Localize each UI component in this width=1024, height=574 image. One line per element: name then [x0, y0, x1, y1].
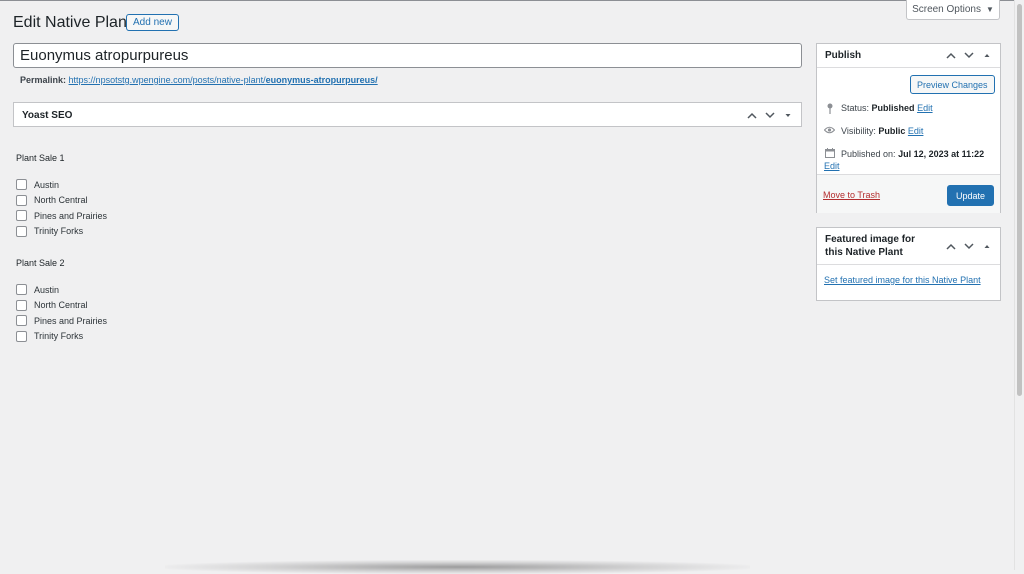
option-label: Pines and Prairies — [34, 315, 108, 326]
collapse-panel-icon[interactable] — [982, 52, 992, 59]
permalink-slug: euonymus-atropurpureus/ — [265, 75, 378, 85]
visibility-row: Visibility: Public Edit — [824, 126, 923, 136]
move-down-icon[interactable] — [765, 112, 775, 119]
plant-sale-2-option[interactable]: Pines and Prairies — [16, 313, 107, 329]
move-down-icon[interactable] — [964, 52, 974, 59]
permalink: Permalink: https://npsotstg.wpengine.com… — [20, 75, 378, 85]
checkbox[interactable] — [16, 315, 27, 327]
option-label: Trinity Forks — [34, 331, 84, 342]
option-label: North Central — [34, 195, 88, 206]
toggle-panel-icon[interactable] — [783, 112, 793, 119]
publish-header[interactable]: Publish — [817, 44, 1000, 68]
plant-sale-2-option[interactable]: Trinity Forks — [16, 329, 107, 345]
permalink-base: https://npsotstg.wpengine.com/posts/nati… — [68, 75, 266, 85]
status-value: Published — [871, 103, 915, 113]
option-label: Trinity Forks — [34, 226, 84, 237]
publish-box: Publish Preview Changes Status: Publishe… — [816, 43, 1001, 213]
featured-handle-actions — [946, 242, 992, 250]
plant-sale-1-group: Plant Sale 1 Austin North Central Pines … — [16, 153, 107, 239]
checkbox[interactable] — [16, 284, 27, 296]
post-title-input[interactable] — [13, 43, 802, 68]
checkbox[interactable] — [16, 225, 27, 237]
move-up-icon[interactable] — [946, 243, 956, 250]
status-label: Status: — [841, 103, 870, 113]
checkbox[interactable] — [16, 330, 27, 342]
move-up-icon[interactable] — [946, 52, 956, 59]
published-on-label: Published on: — [841, 149, 896, 159]
publish-handle-actions — [946, 52, 992, 59]
permalink-label: Permalink: — [20, 75, 67, 85]
caret-down-icon: ▼ — [986, 5, 994, 14]
checkbox[interactable] — [16, 179, 27, 191]
edit-date-link[interactable]: Edit — [824, 161, 840, 171]
edit-status-link[interactable]: Edit — [917, 103, 933, 113]
plant-sale-2-option[interactable]: Austin — [16, 282, 107, 298]
plant-sale-2-group: Plant Sale 2 Austin North Central Pines … — [16, 258, 107, 344]
plant-sale-1-option[interactable]: Pines and Prairies — [16, 208, 107, 224]
published-on-value: Jul 12, 2023 at 11:22 — [898, 149, 985, 159]
set-featured-image-link[interactable]: Set featured image for this Native Plant — [824, 275, 981, 285]
collapse-panel-icon[interactable] — [982, 243, 992, 250]
visibility-value: Public — [878, 126, 906, 136]
checkbox[interactable] — [16, 210, 27, 222]
scrollbar-thumb[interactable] — [1017, 4, 1022, 396]
bottom-shadow — [165, 560, 750, 574]
plant-sale-1-title: Plant Sale 1 — [16, 153, 65, 163]
add-new-button[interactable]: Add new — [126, 14, 179, 31]
option-label: Austin — [34, 284, 60, 295]
plant-sale-1-option[interactable]: Austin — [16, 177, 107, 193]
edit-visibility-link[interactable]: Edit — [908, 126, 924, 136]
post-status-row: Status: Published Edit — [824, 103, 933, 114]
plant-sale-2-title: Plant Sale 2 — [16, 258, 65, 268]
update-button[interactable]: Update — [947, 185, 994, 206]
yoast-seo-box: Yoast SEO — [13, 102, 802, 127]
pin-icon — [824, 103, 835, 114]
publish-title: Publish — [825, 50, 862, 61]
featured-image-header[interactable]: Featured image for this Native Plant — [817, 228, 1000, 265]
permalink-link[interactable]: https://npsotstg.wpengine.com/posts/nati… — [69, 75, 378, 85]
featured-image-box: Featured image for this Native Plant Set… — [816, 227, 1001, 301]
calendar-icon — [824, 148, 835, 158]
move-to-trash-link[interactable]: Move to Trash — [823, 190, 880, 200]
yoast-seo-header[interactable]: Yoast SEO — [14, 103, 801, 128]
page-title: Edit Native Plant — [13, 14, 132, 31]
top-border — [0, 0, 1024, 1]
move-up-icon[interactable] — [747, 112, 757, 119]
preview-changes-button[interactable]: Preview Changes — [910, 75, 995, 94]
checkbox[interactable] — [16, 299, 27, 311]
publishing-actions: Move to Trash Update — [817, 174, 1000, 213]
plant-sale-2-option[interactable]: North Central — [16, 298, 107, 314]
eye-icon — [824, 126, 835, 134]
featured-image-title: Featured image for this Native Plant — [825, 234, 916, 258]
visibility-label: Visibility: — [841, 126, 876, 136]
option-label: Austin — [34, 179, 60, 190]
yoast-handle-actions — [747, 112, 793, 119]
checkbox[interactable] — [16, 194, 27, 206]
plant-sale-1-option[interactable]: North Central — [16, 193, 107, 209]
scrollbar[interactable] — [1014, 0, 1024, 570]
published-on-row: Published on: Jul 12, 2023 at 11:22 Edit — [824, 148, 991, 172]
screen-options-label: Screen Options — [912, 4, 981, 15]
move-down-icon[interactable] — [964, 242, 974, 250]
yoast-seo-title: Yoast SEO — [22, 110, 73, 121]
option-label: Pines and Prairies — [34, 210, 108, 221]
plant-sale-1-option[interactable]: Trinity Forks — [16, 224, 107, 240]
screen-options-button[interactable]: Screen Options ▼ — [906, 0, 1000, 20]
option-label: North Central — [34, 300, 88, 311]
